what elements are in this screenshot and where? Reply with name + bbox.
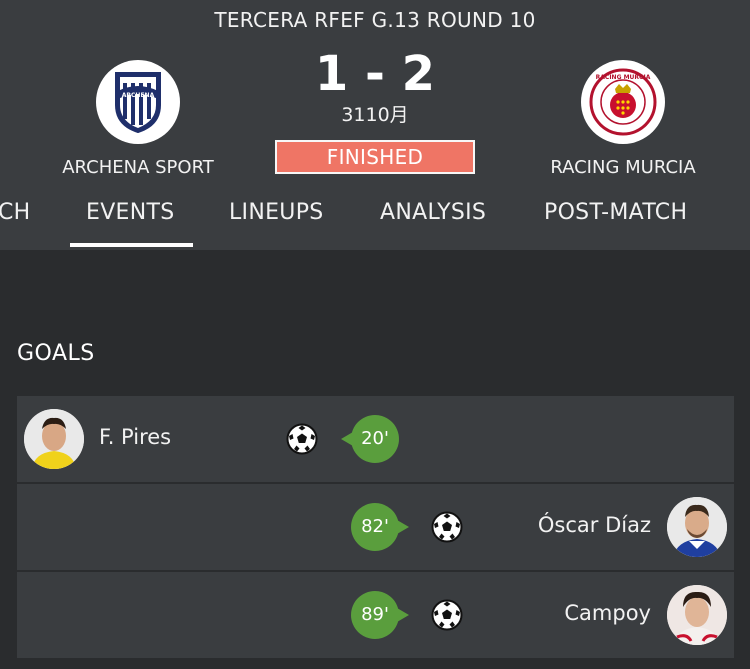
player-avatar[interactable] xyxy=(667,585,727,645)
tab-lineups[interactable]: LINEUPS xyxy=(229,200,324,225)
player-name[interactable]: Campoy xyxy=(564,601,651,625)
home-team-crest[interactable]: ARCHENA xyxy=(96,60,180,144)
match-tabs: CH EVENTS LINEUPS ANALYSIS POST-MATCH xyxy=(0,192,750,250)
goal-minute-badge: 89' xyxy=(351,591,409,639)
goal-event-row[interactable]: 89' Campoy xyxy=(17,572,734,658)
player-photo-icon xyxy=(667,585,727,645)
racing-murcia-crest-icon: RACING MURCIA xyxy=(589,68,657,136)
competition-title: TERCERA RFEF G.13 ROUND 10 xyxy=(214,8,536,32)
match-header: TERCERA RFEF G.13 ROUND 10 ARCHENA ARCHE… xyxy=(0,0,750,250)
tab-match[interactable]: CH xyxy=(0,200,31,225)
player-avatar[interactable] xyxy=(667,497,727,557)
player-name[interactable]: Óscar Díaz xyxy=(538,513,651,537)
match-score: 1 - 2 xyxy=(314,46,436,102)
tab-analysis[interactable]: ANALYSIS xyxy=(380,200,486,225)
home-team-name[interactable]: ARCHENA SPORT xyxy=(38,157,238,178)
match-date: 3110月 xyxy=(341,104,409,126)
away-team-name[interactable]: RACING MURCIA xyxy=(523,157,723,178)
soccer-ball-icon xyxy=(431,511,463,543)
goals-section-title: GOALS xyxy=(17,341,95,366)
player-photo-icon xyxy=(667,497,727,557)
goal-event-row[interactable]: 82' Óscar Díaz xyxy=(17,484,734,570)
player-name[interactable]: F. Pires xyxy=(99,425,171,449)
archena-crest-icon: ARCHENA xyxy=(115,72,161,134)
goal-minute-badge: 20' xyxy=(341,415,399,463)
tab-post-match[interactable]: POST-MATCH xyxy=(544,200,687,225)
status-badge: FINISHED xyxy=(275,140,475,174)
goal-minute-badge: 82' xyxy=(351,503,409,551)
player-photo-icon xyxy=(24,409,84,469)
away-team-crest[interactable]: RACING MURCIA xyxy=(581,60,665,144)
tab-events[interactable]: EVENTS xyxy=(86,200,175,225)
player-avatar[interactable] xyxy=(24,409,84,469)
active-tab-indicator xyxy=(70,243,193,247)
goal-event-row[interactable]: F. Pires 20' xyxy=(17,396,734,482)
soccer-ball-icon xyxy=(431,599,463,631)
archena-crest-text: ARCHENA xyxy=(122,92,155,99)
soccer-ball-icon xyxy=(286,423,318,455)
racing-murcia-crest-text: RACING MURCIA xyxy=(596,74,651,81)
